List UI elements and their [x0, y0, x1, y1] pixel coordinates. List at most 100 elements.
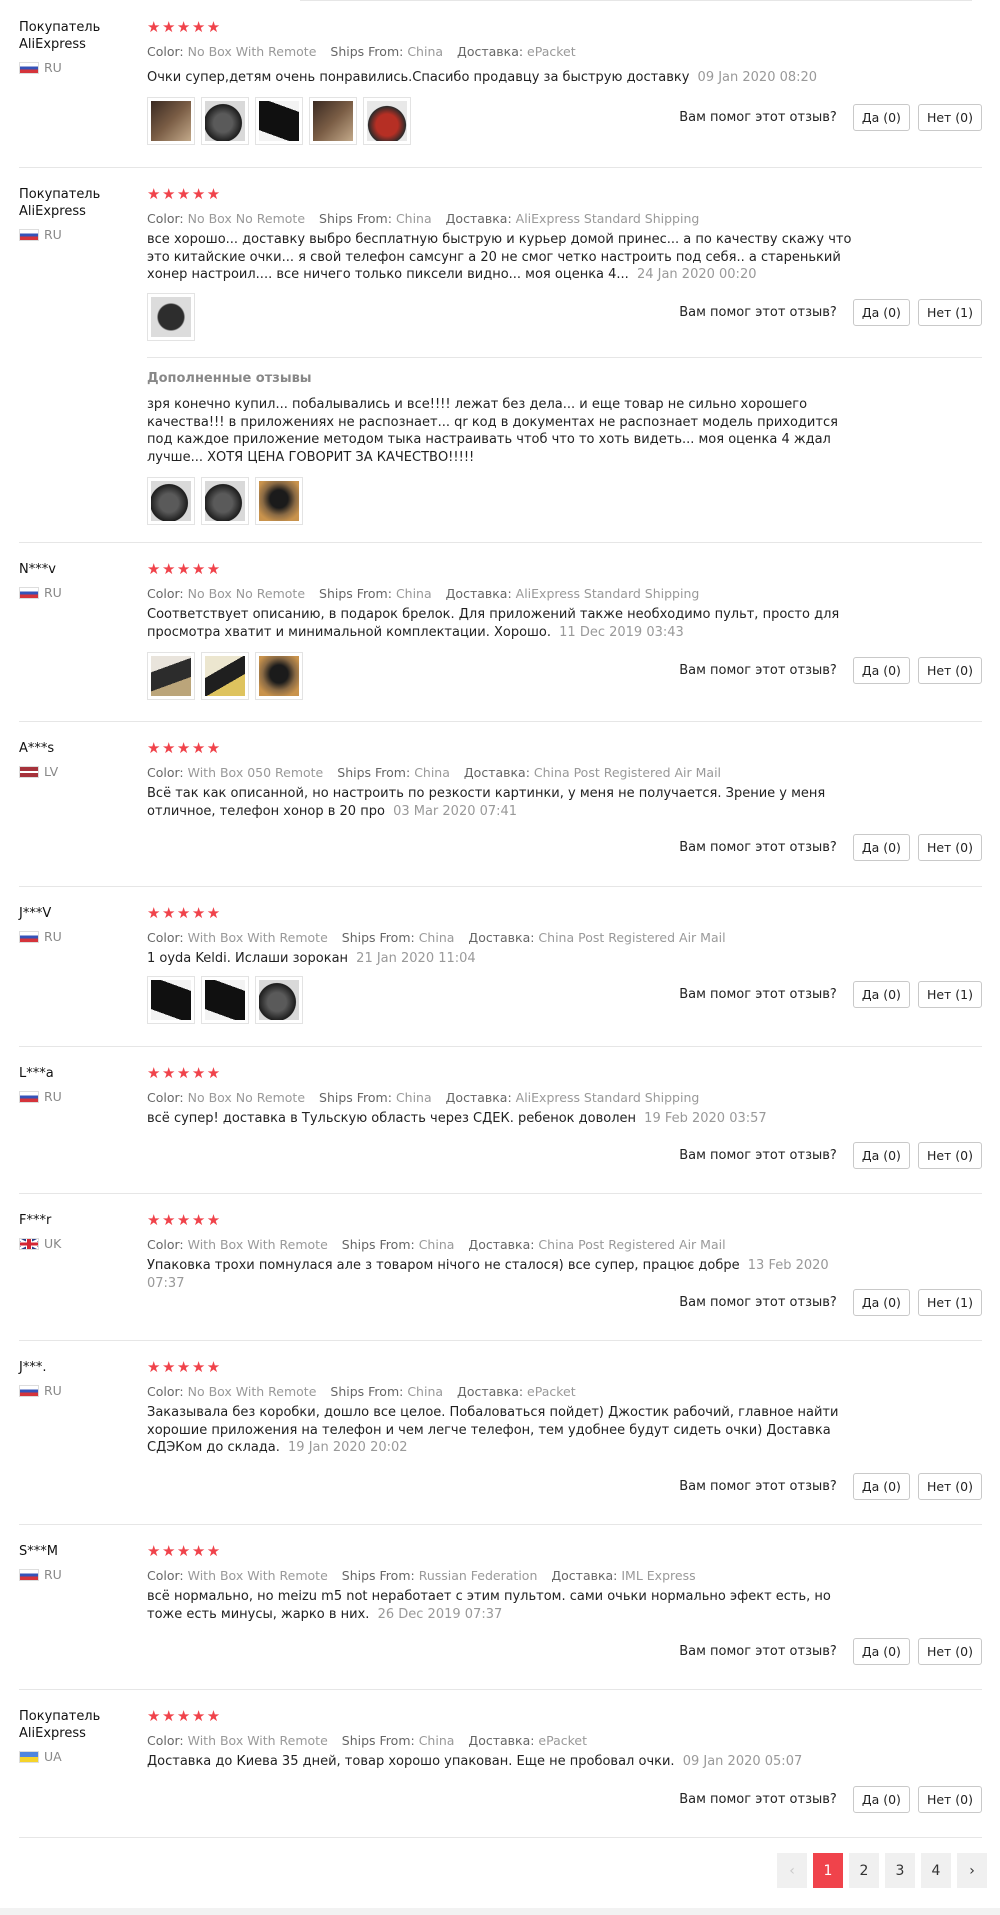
review-photo-thumbnail[interactable] [147, 652, 195, 700]
page-button-4[interactable]: 4 [921, 1853, 951, 1888]
helpful-no-button[interactable]: Нет (0) [917, 104, 982, 131]
helpful-vote: Вам помог этот отзыв? Да (0) Нет (0) [679, 834, 982, 861]
helpful-yes-button[interactable]: Да (0) [852, 1638, 910, 1665]
buyer-name: Покупатель AliExpress [19, 187, 101, 219]
review-photo-thumbnail[interactable] [201, 477, 249, 525]
helpful-yes-button[interactable]: Да (0) [852, 1786, 910, 1813]
flag-ua-icon [19, 1750, 39, 1763]
helpful-yes-button[interactable]: Да (0) [852, 834, 910, 861]
helpful-question: Вам помог этот отзыв? [679, 840, 837, 855]
star-rating: ★★★★★ [147, 1064, 222, 1082]
page-button-1[interactable]: 1 [813, 1853, 843, 1888]
additional-review-title: Дополненные отзывы [147, 371, 312, 386]
color-value: With Box With Remote [187, 1733, 328, 1748]
helpful-yes-button[interactable]: Да (0) [852, 657, 910, 684]
review-photo-thumbnail[interactable] [147, 477, 195, 525]
color-value: With Box 050 Remote [187, 765, 324, 780]
ships-from-value: China [395, 211, 432, 226]
review-photo-thumbnail[interactable] [201, 652, 249, 700]
order-info: Color: With Box With Remote Ships From: C… [147, 1733, 587, 1749]
delivery-value: AliExpress Standard Shipping [515, 586, 700, 601]
helpful-yes-button[interactable]: Да (0) [852, 1142, 910, 1169]
country-code: UK [44, 1236, 62, 1251]
review-date: 24 Jan 2020 00:20 [636, 267, 757, 282]
review-photo-thumbnail[interactable] [309, 97, 357, 145]
review-date: 03 Mar 2020 07:41 [393, 803, 518, 819]
color-label: Color: [147, 586, 184, 601]
color-label: Color: [147, 211, 184, 226]
buyer-name: F***r [19, 1213, 52, 1228]
review-text-block: все хорошо... доставку выбро бесплатную … [147, 231, 867, 284]
flag-lv-icon [19, 765, 39, 778]
review-photo-thumbnail[interactable] [363, 97, 411, 145]
order-info: Color: No Box With Remote Ships From: Chi… [147, 44, 576, 60]
next-page-button[interactable]: › [957, 1853, 987, 1888]
buyer-country: RU [19, 929, 129, 944]
helpful-yes-button[interactable]: Да (0) [852, 1289, 910, 1316]
order-info: Color: With Box With Remote Ships From: R… [147, 1568, 696, 1584]
helpful-question: Вам помог этот отзыв? [679, 987, 837, 1002]
review-photo-thumbnail[interactable] [201, 97, 249, 145]
review-photo-thumbnail[interactable] [255, 976, 303, 1024]
review-text-block: Соответствует описанию, в подарок брелок… [147, 606, 867, 641]
flag-ru-icon [19, 586, 39, 599]
helpful-no-button[interactable]: Нет (0) [917, 1473, 982, 1500]
buyer-name: S***M [19, 1544, 58, 1559]
country-code: RU [44, 227, 62, 242]
buyer-info: S***M RU [19, 1543, 129, 1582]
flag-ru-icon [19, 930, 39, 943]
ships-from-label: Ships From: [319, 1090, 392, 1105]
country-code: LV [44, 764, 59, 779]
page-button-3[interactable]: 3 [885, 1853, 915, 1888]
delivery-label: Доставка: [551, 1568, 618, 1583]
ships-from-value: China [407, 44, 444, 59]
color-value: No Box No Remote [187, 211, 306, 226]
country-code: RU [44, 1567, 62, 1582]
helpful-yes-button[interactable]: Да (0) [852, 299, 910, 326]
order-info: Color: With Box 050 Remote Ships From: Ch… [147, 765, 721, 781]
flag-uk-icon [19, 1237, 39, 1250]
star-rating: ★★★★★ [147, 1211, 222, 1229]
page-button-2[interactable]: 2 [849, 1853, 879, 1888]
review-photo-thumbnail[interactable] [255, 477, 303, 525]
buyer-info: Покупатель AliExpress RU [19, 186, 129, 242]
review-photo-thumbnail[interactable] [147, 976, 195, 1024]
additional-review-text: зря конечно купил... побалывались и все!… [147, 397, 838, 465]
prev-page-button[interactable]: ‹ [777, 1853, 807, 1888]
review-photos [147, 976, 303, 1024]
star-rating: ★★★★★ [147, 185, 222, 203]
helpful-no-button[interactable]: Нет (1) [917, 981, 982, 1008]
helpful-yes-button[interactable]: Да (0) [852, 981, 910, 1008]
flag-ru-icon [19, 228, 39, 241]
helpful-no-button[interactable]: Нет (0) [917, 1142, 982, 1169]
helpful-no-button[interactable]: Нет (0) [917, 657, 982, 684]
review-photo-thumbnail[interactable] [201, 976, 249, 1024]
buyer-info: Покупатель AliExpress RU [19, 19, 129, 75]
review-photo-thumbnail[interactable] [147, 293, 195, 341]
helpful-no-button[interactable]: Нет (0) [917, 834, 982, 861]
helpful-question: Вам помог этот отзыв? [679, 1644, 837, 1659]
review-photo-thumbnail[interactable] [255, 97, 303, 145]
review-text-block: 1 oyda Keldi. Ислаши зорокан 21 Jan 2020… [147, 950, 867, 968]
buyer-country: RU [19, 60, 129, 75]
color-value: No Box With Remote [187, 1384, 317, 1399]
ships-from-value: China [418, 1237, 455, 1252]
review-photo-thumbnail[interactable] [255, 652, 303, 700]
helpful-vote: Вам помог этот отзыв? Да (0) Нет (0) [679, 1142, 982, 1169]
flag-ru-icon [19, 1384, 39, 1397]
helpful-yes-button[interactable]: Да (0) [852, 104, 910, 131]
helpful-no-button[interactable]: Нет (1) [917, 299, 982, 326]
helpful-no-button[interactable]: Нет (0) [917, 1638, 982, 1665]
helpful-vote: Вам помог этот отзыв? Да (0) Нет (0) [679, 1473, 982, 1500]
color-label: Color: [147, 765, 184, 780]
delivery-value: IML Express [621, 1568, 696, 1583]
helpful-no-button[interactable]: Нет (0) [917, 1786, 982, 1813]
helpful-question: Вам помог этот отзыв? [679, 110, 837, 125]
helpful-yes-button[interactable]: Да (0) [852, 1473, 910, 1500]
buyer-name: Покупатель AliExpress [19, 1709, 101, 1741]
helpful-no-button[interactable]: Нет (1) [917, 1289, 982, 1316]
ships-from-label: Ships From: [341, 1237, 415, 1252]
star-rating: ★★★★★ [147, 1707, 222, 1725]
delivery-label: Доставка: [445, 586, 512, 601]
review-photo-thumbnail[interactable] [147, 97, 195, 145]
